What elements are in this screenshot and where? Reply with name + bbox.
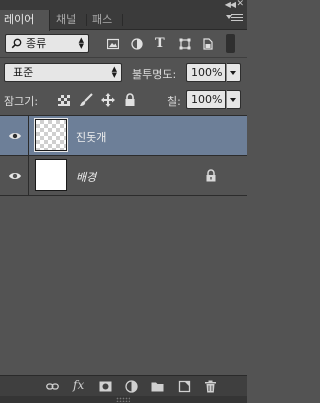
layers-list: 진돗개 배경 — [0, 115, 247, 375]
visibility-divider — [28, 116, 29, 156]
lock-label: 잠그기: — [4, 95, 39, 108]
filter-toggle-switch[interactable] — [226, 34, 235, 53]
layer-thumbnail[interactable] — [34, 118, 68, 152]
tab-channels-label: 채널 — [56, 13, 77, 26]
fill-label: 칠: — [167, 95, 181, 108]
tab-layers-label: 레이어 — [4, 13, 35, 26]
layer-name[interactable]: 진돗개 — [76, 129, 106, 145]
tab-paths[interactable]: 패스 — [88, 10, 116, 30]
search-icon — [11, 38, 22, 49]
panel-tab-bar: 레이어 채널 패스 — [0, 10, 247, 31]
lock-icon[interactable] — [205, 169, 217, 182]
opacity-input[interactable]: 100% — [186, 63, 226, 82]
lock-row: 잠그기: 칠: 100% — [0, 87, 247, 113]
layer-row[interactable]: 진돗개 — [0, 116, 247, 156]
filter-row: 종류 ▲ ▼ T — [0, 31, 247, 56]
opacity-dropdown-button[interactable] — [226, 63, 241, 82]
layer-thumbnail[interactable] — [35, 159, 67, 191]
opacity-label: 불투명도: — [132, 68, 177, 81]
new-adjustment-layer-icon[interactable] — [125, 380, 138, 393]
blend-row: 표준 ▲ ▼ 불투명도: 100% — [0, 58, 247, 86]
fill-input[interactable]: 100% — [186, 90, 226, 109]
filter-kind-select[interactable]: 종류 ▲ ▼ — [5, 34, 89, 53]
tab-divider — [122, 14, 123, 26]
tab-paths-label: 패스 — [92, 13, 113, 26]
select-arrows-icon: ▲ ▼ — [78, 36, 84, 50]
layers-bottom-toolbar: fx — [0, 375, 247, 396]
smart-object-filter-icon[interactable] — [202, 38, 214, 50]
adjustment-filter-icon[interactable] — [131, 38, 143, 50]
lock-all-icon[interactable] — [123, 93, 137, 107]
trash-icon[interactable] — [204, 380, 217, 393]
close-panel-icon[interactable]: ✕ — [236, 0, 244, 9]
shape-filter-icon[interactable] — [179, 38, 191, 50]
blend-mode-value: 표준 — [13, 66, 34, 79]
eye-icon[interactable] — [8, 169, 22, 183]
link-layers-icon[interactable] — [46, 380, 59, 393]
lock-transparent-pixels-icon[interactable] — [57, 93, 71, 107]
tab-layers[interactable]: 레이어 — [0, 10, 50, 31]
layer-style-button[interactable]: fx — [73, 378, 84, 392]
new-group-icon[interactable] — [151, 380, 164, 393]
eye-icon[interactable] — [8, 129, 22, 143]
tab-divider — [86, 14, 87, 26]
filter-kind-label: 종류 — [26, 37, 47, 50]
new-layer-icon[interactable] — [178, 380, 191, 393]
blend-mode-select[interactable]: 표준 ▲ ▼ — [4, 63, 122, 82]
fill-dropdown-button[interactable] — [226, 90, 241, 109]
type-filter-icon[interactable]: T — [155, 36, 167, 51]
panel-resize-handle[interactable] — [0, 396, 247, 403]
resize-grip-icon — [116, 397, 130, 402]
add-mask-icon[interactable] — [99, 380, 112, 393]
layer-name[interactable]: 배경 — [76, 169, 96, 185]
panel-top-strip: ◀◀ ✕ — [0, 0, 247, 10]
lock-position-icon[interactable] — [101, 93, 115, 107]
visibility-divider — [28, 156, 29, 196]
image-filter-icon[interactable] — [107, 38, 119, 50]
select-arrows-icon: ▲ ▼ — [111, 65, 117, 79]
panel-menu-icon[interactable] — [226, 14, 243, 24]
tab-channels[interactable]: 채널 — [52, 10, 80, 30]
collapse-panel-icon[interactable]: ◀◀ — [225, 0, 236, 9]
lock-image-pixels-icon[interactable] — [79, 93, 93, 107]
layer-row[interactable]: 배경 — [0, 156, 247, 196]
